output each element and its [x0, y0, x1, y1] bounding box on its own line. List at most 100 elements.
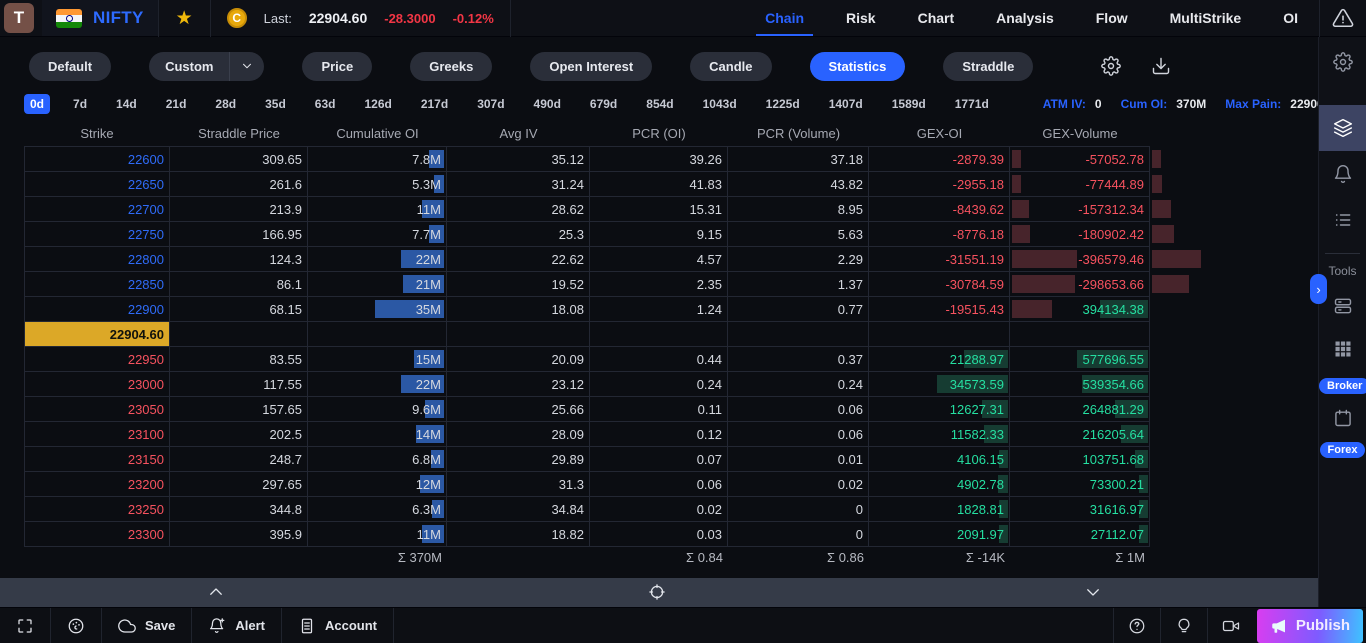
favorite-star-icon[interactable]: ★ — [159, 0, 210, 37]
pill-default[interactable]: Default — [29, 52, 111, 81]
publish-button[interactable]: Publish — [1257, 609, 1363, 643]
stat-value: 370M — [1176, 97, 1206, 111]
sidebar-apps-grid-icon[interactable] — [1319, 326, 1366, 372]
avg-iv-value: 31.3 — [559, 477, 584, 492]
pill-straddle[interactable]: Straddle — [943, 52, 1033, 81]
strike-cell[interactable]: 23200 — [24, 472, 170, 497]
gex-value: -298653.66 — [1078, 277, 1144, 292]
strike-cell[interactable]: 22850 — [24, 272, 170, 297]
pill-price[interactable]: Price — [302, 52, 372, 81]
settings-gear-icon[interactable] — [1101, 56, 1121, 76]
pill-candle[interactable]: Candle — [690, 52, 771, 81]
expiry-chip-14d[interactable]: 14d — [110, 94, 143, 114]
download-icon[interactable] — [1151, 56, 1171, 76]
help-button[interactable] — [1113, 608, 1160, 643]
expiry-chip-126d[interactable]: 126d — [358, 94, 397, 114]
strike-cell[interactable]: 23050 — [24, 397, 170, 422]
nav-analysis[interactable]: Analysis — [975, 0, 1075, 36]
symbol-cell[interactable]: NIFTY — [42, 0, 158, 36]
strike-cell[interactable]: 23300 — [24, 522, 170, 547]
account-button[interactable]: Account — [282, 608, 394, 643]
gex-bar — [1152, 150, 1161, 168]
expiry-chip-0d[interactable]: 0d — [24, 94, 50, 114]
pill-custom[interactable]: Custom — [149, 52, 264, 81]
platform-logo[interactable]: T — [4, 3, 34, 33]
pill-open-interest[interactable]: Open Interest — [530, 52, 652, 81]
pill-statistics[interactable]: Statistics — [810, 52, 906, 81]
sidebar-layers-icon[interactable] — [1319, 105, 1366, 151]
nav-chain[interactable]: Chain — [744, 0, 825, 36]
strike-cell[interactable]: 22600 — [24, 147, 170, 172]
nav-flow[interactable]: Flow — [1075, 0, 1149, 36]
cumulative-oi-cell: 22M — [308, 372, 447, 397]
fullscreen-button[interactable] — [0, 608, 51, 643]
warning-icon[interactable] — [1320, 7, 1366, 29]
record-button[interactable] — [1207, 608, 1254, 643]
save-button[interactable]: Save — [102, 608, 192, 643]
nav-oi[interactable]: OI — [1262, 0, 1319, 36]
forex-badge[interactable]: Forex — [1320, 442, 1366, 458]
symbol-name: NIFTY — [93, 8, 144, 28]
strike-cell[interactable]: 22650 — [24, 172, 170, 197]
expiry-chip-679d[interactable]: 679d — [584, 94, 623, 114]
expiry-chip-307d[interactable]: 307d — [471, 94, 510, 114]
expiry-chip-217d[interactable]: 217d — [415, 94, 454, 114]
sidebar-bell-icon[interactable] — [1319, 151, 1366, 197]
chevron-down-icon[interactable] — [230, 59, 264, 73]
strike-cell[interactable]: 22800 — [24, 247, 170, 272]
table-row: 22800124.322M22.624.572.29-31551.19-3965… — [24, 247, 1150, 272]
straddle-price-value: 86.1 — [277, 277, 302, 292]
column-header: GEX-OI — [869, 126, 1010, 141]
gex-cell: -8439.62 — [869, 197, 1010, 222]
pcr-volume-cell: 0.77 — [728, 297, 869, 322]
cumulative-oi-cell: 14M — [308, 422, 447, 447]
strike-cell[interactable]: 23100 — [24, 422, 170, 447]
strike-cell[interactable]: 22900 — [24, 297, 170, 322]
nav-risk[interactable]: Risk — [825, 0, 897, 36]
strike-cell[interactable]: 23000 — [24, 372, 170, 397]
expiry-chip-1771d[interactable]: 1771d — [949, 94, 995, 114]
sidebar-settings-gear-icon[interactable] — [1319, 39, 1366, 85]
expiry-chip-63d[interactable]: 63d — [309, 94, 342, 114]
cumulative-oi-value: 22M — [416, 377, 441, 392]
nav-multistrike[interactable]: MultiStrike — [1149, 0, 1263, 36]
expiry-chip-1043d[interactable]: 1043d — [697, 94, 743, 114]
crosshair-icon[interactable] — [648, 583, 666, 601]
strike-cell[interactable]: 22750 — [24, 222, 170, 247]
sidebar-watchlist-icon[interactable] — [1319, 197, 1366, 243]
strike-cell[interactable]: 22700 — [24, 197, 170, 222]
expiry-chip-1589d[interactable]: 1589d — [886, 94, 932, 114]
sidebar-calendar-icon[interactable] — [1319, 400, 1366, 436]
alert-button[interactable]: Alert — [192, 608, 282, 643]
coin-icon[interactable]: C — [227, 8, 247, 28]
expiry-chip-490d[interactable]: 490d — [528, 94, 567, 114]
broker-badge[interactable]: Broker — [1319, 378, 1366, 394]
pcr-volume-value: 0 — [856, 502, 863, 517]
table-header-row: StrikeStraddle PriceCumulative OIAvg IVP… — [24, 120, 1150, 147]
expiry-chip-28d[interactable]: 28d — [209, 94, 242, 114]
ideas-button[interactable] — [1160, 608, 1207, 643]
pcr-volume-cell: 0.01 — [728, 447, 869, 472]
scroll-up-icon[interactable] — [207, 583, 225, 601]
expiry-chip-35d[interactable]: 35d — [259, 94, 292, 114]
expiry-chip-1225d[interactable]: 1225d — [760, 94, 806, 114]
nav-chart[interactable]: Chart — [897, 0, 976, 36]
table-row: 23300395.911M18.820.0302091.9727112.07 — [24, 522, 1150, 547]
sidebar-collapse-handle[interactable]: › — [1310, 274, 1327, 304]
strike-cell[interactable]: 23150 — [24, 447, 170, 472]
strike-value: 22700 — [128, 202, 164, 217]
theme-palette-button[interactable] — [51, 608, 102, 643]
scroll-down-icon[interactable] — [1084, 583, 1102, 601]
expiry-chip-7d[interactable]: 7d — [67, 94, 93, 114]
pill-greeks[interactable]: Greeks — [410, 52, 492, 81]
expiry-chip-1407d[interactable]: 1407d — [823, 94, 869, 114]
cumulative-oi-cell: 9.6M — [308, 397, 447, 422]
pcr-oi-cell: 41.83 — [590, 172, 728, 197]
strike-cell[interactable]: 23250 — [24, 497, 170, 522]
expiry-chip-21d[interactable]: 21d — [160, 94, 193, 114]
expiry-chip-854d[interactable]: 854d — [640, 94, 679, 114]
strike-cell[interactable]: 22950 — [24, 347, 170, 372]
pcr-volume-cell: 5.63 — [728, 222, 869, 247]
cumulative-oi-value: 7.7M — [412, 227, 441, 242]
gex-value: 394134.38 — [1083, 302, 1144, 317]
